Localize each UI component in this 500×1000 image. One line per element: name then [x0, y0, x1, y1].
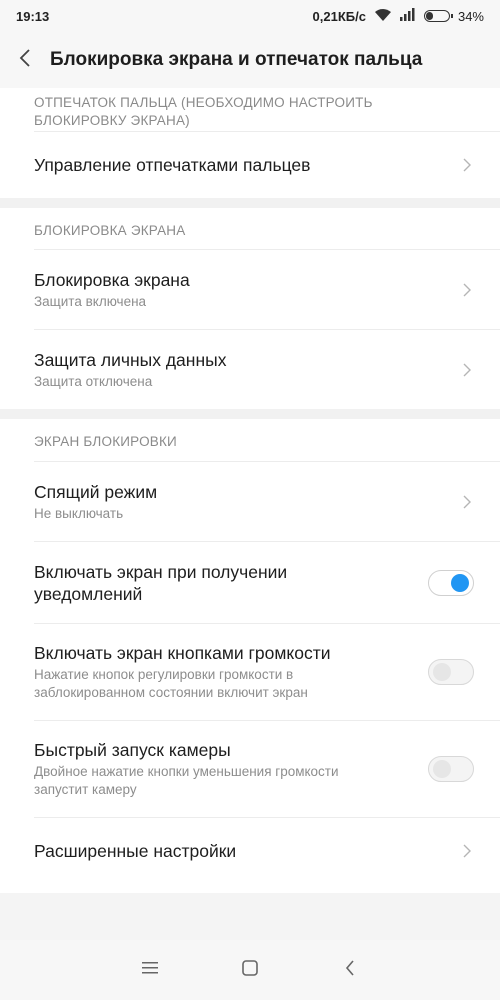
back-nav-button[interactable]	[330, 950, 370, 990]
chevron-right-icon	[460, 280, 474, 300]
wake-on-volume-keys-item[interactable]: Включать экран кнопками громкости Нажати…	[34, 623, 500, 720]
item-label: Защита личных данных	[34, 349, 227, 370]
battery-fill	[425, 12, 433, 20]
app-header: Блокировка экрана и отпечаток пальца	[0, 32, 500, 88]
square-icon	[242, 959, 258, 981]
wake-on-notification-toggle[interactable]	[428, 569, 474, 596]
item-sublabel: Нажатие кнопок регулировки громкости в з…	[34, 667, 308, 700]
item-sublabel: Не выключать	[34, 505, 124, 521]
battery-icon	[423, 10, 453, 22]
item-sublabel: Двойное нажатие кнопки уменьшения громко…	[34, 764, 339, 797]
network-speed: 0,21КБ/с	[312, 8, 366, 24]
item-label: Блокировка экрана	[34, 269, 190, 290]
wake-on-volume-keys-toggle[interactable]	[428, 659, 474, 685]
section-divider	[0, 198, 500, 208]
quick-camera-launch-toggle[interactable]	[428, 756, 474, 782]
fingerprint-management-item[interactable]: Управление отпечатками пальцев	[34, 131, 500, 198]
wake-on-notification-item[interactable]: Включать экран при получении уведомлений	[34, 541, 500, 623]
item-label: Включать экран при получении уведомлений	[34, 561, 288, 604]
item-label: Спящий режим	[34, 481, 158, 502]
chevron-right-icon	[460, 360, 474, 380]
screen-lock-item[interactable]: Блокировка экрана Защита включена	[34, 249, 500, 329]
back-button[interactable]	[0, 32, 50, 88]
section-header: ЭКРАН БЛОКИРОВКИ	[34, 434, 177, 449]
chevron-left-icon	[19, 48, 31, 72]
item-label: Быстрый запуск камеры	[34, 740, 231, 760]
chevron-right-icon	[460, 155, 474, 175]
page-title: Блокировка экрана и отпечаток пальца	[50, 49, 423, 70]
toggle-knob	[433, 663, 451, 681]
item-label: Включать экран кнопками громкости	[34, 643, 331, 663]
menu-button[interactable]	[130, 950, 170, 990]
status-bar: 19:13 0,21КБ/с 34%	[0, 0, 500, 32]
battery-percent: 34%	[457, 8, 484, 24]
item-sublabel: Защита включена	[34, 293, 147, 309]
signal-icon	[399, 8, 416, 24]
privacy-protection-item[interactable]: Защита личных данных Защита отключена	[34, 329, 500, 409]
section-header: ОТПЕЧАТОК ПАЛЬЦА (НЕОБХОДИМО НАСТРОИТЬ Б…	[34, 95, 373, 128]
chevron-right-icon	[460, 841, 474, 861]
sleep-mode-item[interactable]: Спящий режим Не выключать	[34, 461, 500, 541]
status-time: 19:13	[16, 8, 50, 24]
menu-icon	[142, 961, 158, 979]
quick-camera-launch-item[interactable]: Быстрый запуск камеры Двойное нажатие кн…	[34, 720, 500, 817]
wifi-icon	[374, 8, 392, 25]
section-lock-screen: ЭКРАН БЛОКИРОВКИ Спящий режим Не выключа…	[0, 419, 500, 893]
section-fingerprint: ОТПЕЧАТОК ПАЛЬЦА (НЕОБХОДИМО НАСТРОИТЬ Б…	[0, 88, 500, 198]
settings-list: ОТПЕЧАТОК ПАЛЬЦА (НЕОБХОДИМО НАСТРОИТЬ Б…	[0, 88, 500, 893]
item-sublabel: Защита отключена	[34, 373, 153, 389]
toggle-knob	[451, 573, 469, 592]
chevron-left-icon	[345, 959, 355, 981]
chevron-right-icon	[460, 492, 474, 512]
section-header: БЛОКИРОВКА ЭКРАНА	[34, 223, 186, 238]
navigation-bar	[0, 940, 500, 1000]
toggle-knob	[433, 760, 451, 778]
item-label: Расширенные настройки	[34, 840, 237, 861]
advanced-settings-item[interactable]: Расширенные настройки	[34, 817, 500, 883]
home-button[interactable]	[230, 950, 270, 990]
item-label: Управление отпечатками пальцев	[34, 155, 311, 175]
section-divider	[0, 409, 500, 419]
section-screen-lock: БЛОКИРОВКА ЭКРАНА Блокировка экрана Защи…	[0, 208, 500, 409]
